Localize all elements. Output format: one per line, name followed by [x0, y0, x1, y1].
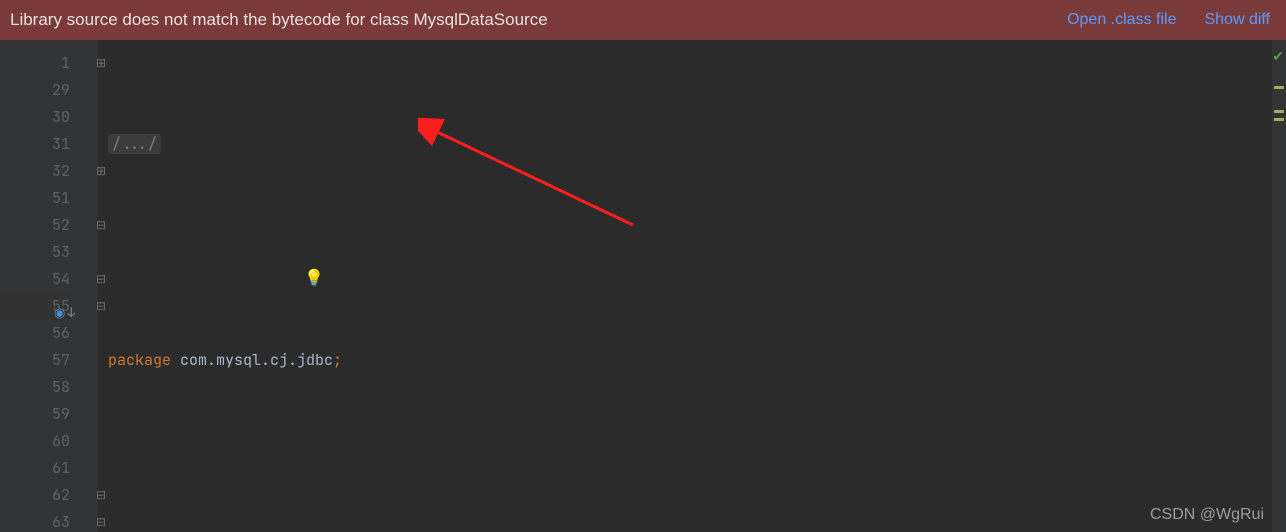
code-editor[interactable]: 1 29 30 31 32 51 52 53 54 ◉ ↓ 55 56 57 5…	[0, 40, 1286, 532]
line-number: 30	[0, 104, 70, 131]
intention-bulb-icon[interactable]: 💡	[304, 264, 324, 291]
line-number: 62	[0, 482, 70, 509]
line-number: 1	[0, 50, 70, 77]
stripe-mark[interactable]	[1274, 86, 1284, 89]
line-number: 31	[0, 131, 70, 158]
line-number: 29	[0, 77, 70, 104]
package-statement: package com.mysql.cj.jdbc;	[108, 347, 1286, 374]
banner-message: Library source does not match the byteco…	[10, 10, 1039, 30]
line-number: 54	[0, 266, 70, 293]
line-number: 61	[0, 455, 70, 482]
line-number: 32	[0, 158, 70, 185]
stripe-mark[interactable]	[1274, 118, 1284, 121]
error-stripe: ✔	[1272, 40, 1286, 532]
line-number: 60	[0, 428, 70, 455]
show-diff-link[interactable]: Show diff	[1204, 11, 1270, 29]
folded-region[interactable]: /.../	[108, 134, 161, 154]
line-number: 53	[0, 239, 70, 266]
line-number: ◉ ↓ 55	[0, 293, 70, 320]
line-number: 63	[0, 509, 70, 532]
line-number: 51	[0, 185, 70, 212]
open-class-file-link[interactable]: Open .class file	[1067, 11, 1176, 29]
stripe-mark[interactable]	[1274, 110, 1284, 113]
line-gutter: 1 29 30 31 32 51 52 53 54 ◉ ↓ 55 56 57 5…	[0, 40, 98, 532]
inspection-ok-icon[interactable]: ✔	[1272, 44, 1284, 71]
line-number: 52	[0, 212, 70, 239]
watermark: CSDN @WgRui	[1150, 501, 1264, 528]
line-number: 59	[0, 401, 70, 428]
notification-banner: Library source does not match the byteco…	[0, 0, 1286, 40]
line-number: 57	[0, 347, 70, 374]
line-number: 58	[0, 374, 70, 401]
code-area[interactable]: /.../ package com.mysql.cj.jdbc; import …	[98, 40, 1286, 532]
line-number: 56	[0, 320, 70, 347]
